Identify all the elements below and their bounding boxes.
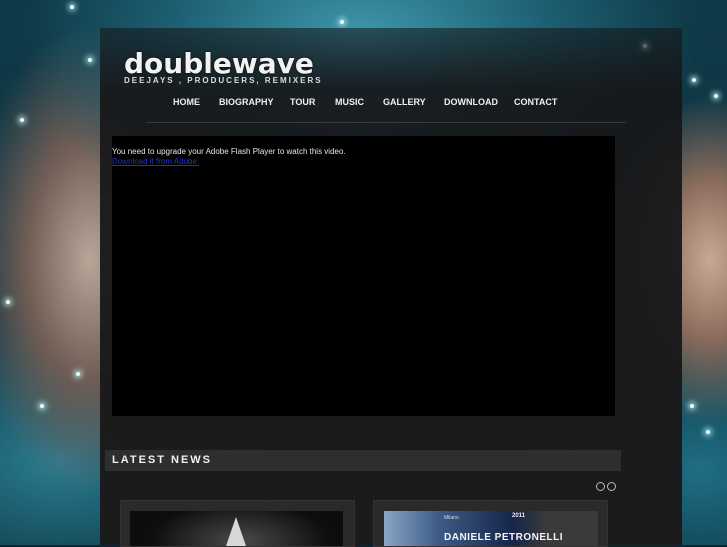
sparkle-decoration (706, 430, 710, 434)
pager-prev-dot[interactable] (596, 482, 605, 491)
flash-upgrade-message: You need to upgrade your Adobe Flash Pla… (112, 147, 346, 156)
nav-tour[interactable]: TOUR (290, 97, 315, 107)
flash-download-link[interactable]: Download it from Adobe. (112, 157, 199, 166)
sparkle-decoration (70, 5, 74, 9)
nav-download[interactable]: DOWNLOAD (444, 97, 498, 107)
sparkle-decoration (692, 78, 696, 82)
sparkle-decoration (340, 20, 344, 24)
thumbnail-caption: Milano (444, 515, 459, 521)
nav-home[interactable]: HOME (173, 97, 200, 107)
site-logo[interactable]: doublewave DEEJAYS , PRODUCERS, REMIXERS (124, 47, 323, 86)
news-card[interactable] (120, 500, 355, 547)
sparkle-decoration (40, 404, 44, 408)
thumbnail-year: 2011 (512, 513, 526, 519)
latest-news-header: LATEST NEWS (105, 450, 621, 471)
sparkle-decoration (20, 118, 24, 122)
sparkle-decoration (88, 58, 92, 62)
pager-next-dot[interactable] (607, 482, 616, 491)
news-card[interactable]: Milano 2011 DANIELE PETRONELLI (373, 500, 608, 547)
video-player[interactable]: You need to upgrade your Adobe Flash Pla… (112, 136, 615, 416)
main-navigation: HOME BIOGRAPHY TOUR MUSIC GALLERY DOWNLO… (146, 86, 626, 123)
logo-tagline: DEEJAYS , PRODUCERS, REMIXERS (124, 76, 323, 85)
sparkle-decoration (6, 300, 10, 304)
nav-music[interactable]: MUSIC (335, 97, 364, 107)
sparkle-decoration (76, 372, 80, 376)
news-thumbnail[interactable] (130, 511, 343, 546)
sparkle-decoration (690, 404, 694, 408)
news-pager (596, 478, 618, 496)
nav-contact[interactable]: CONTACT (514, 97, 557, 107)
thumbnail-headline: DANIELE PETRONELLI (444, 532, 564, 543)
nav-gallery[interactable]: GALLERY (383, 97, 426, 107)
logo-wordmark: doublewave (124, 47, 314, 80)
news-thumbnail[interactable]: Milano 2011 DANIELE PETRONELLI (384, 511, 598, 546)
nav-biography[interactable]: BIOGRAPHY (219, 97, 274, 107)
sparkle-decoration (714, 94, 718, 98)
latest-news-title: LATEST NEWS (112, 454, 213, 466)
triangle-logo-icon (226, 517, 246, 546)
